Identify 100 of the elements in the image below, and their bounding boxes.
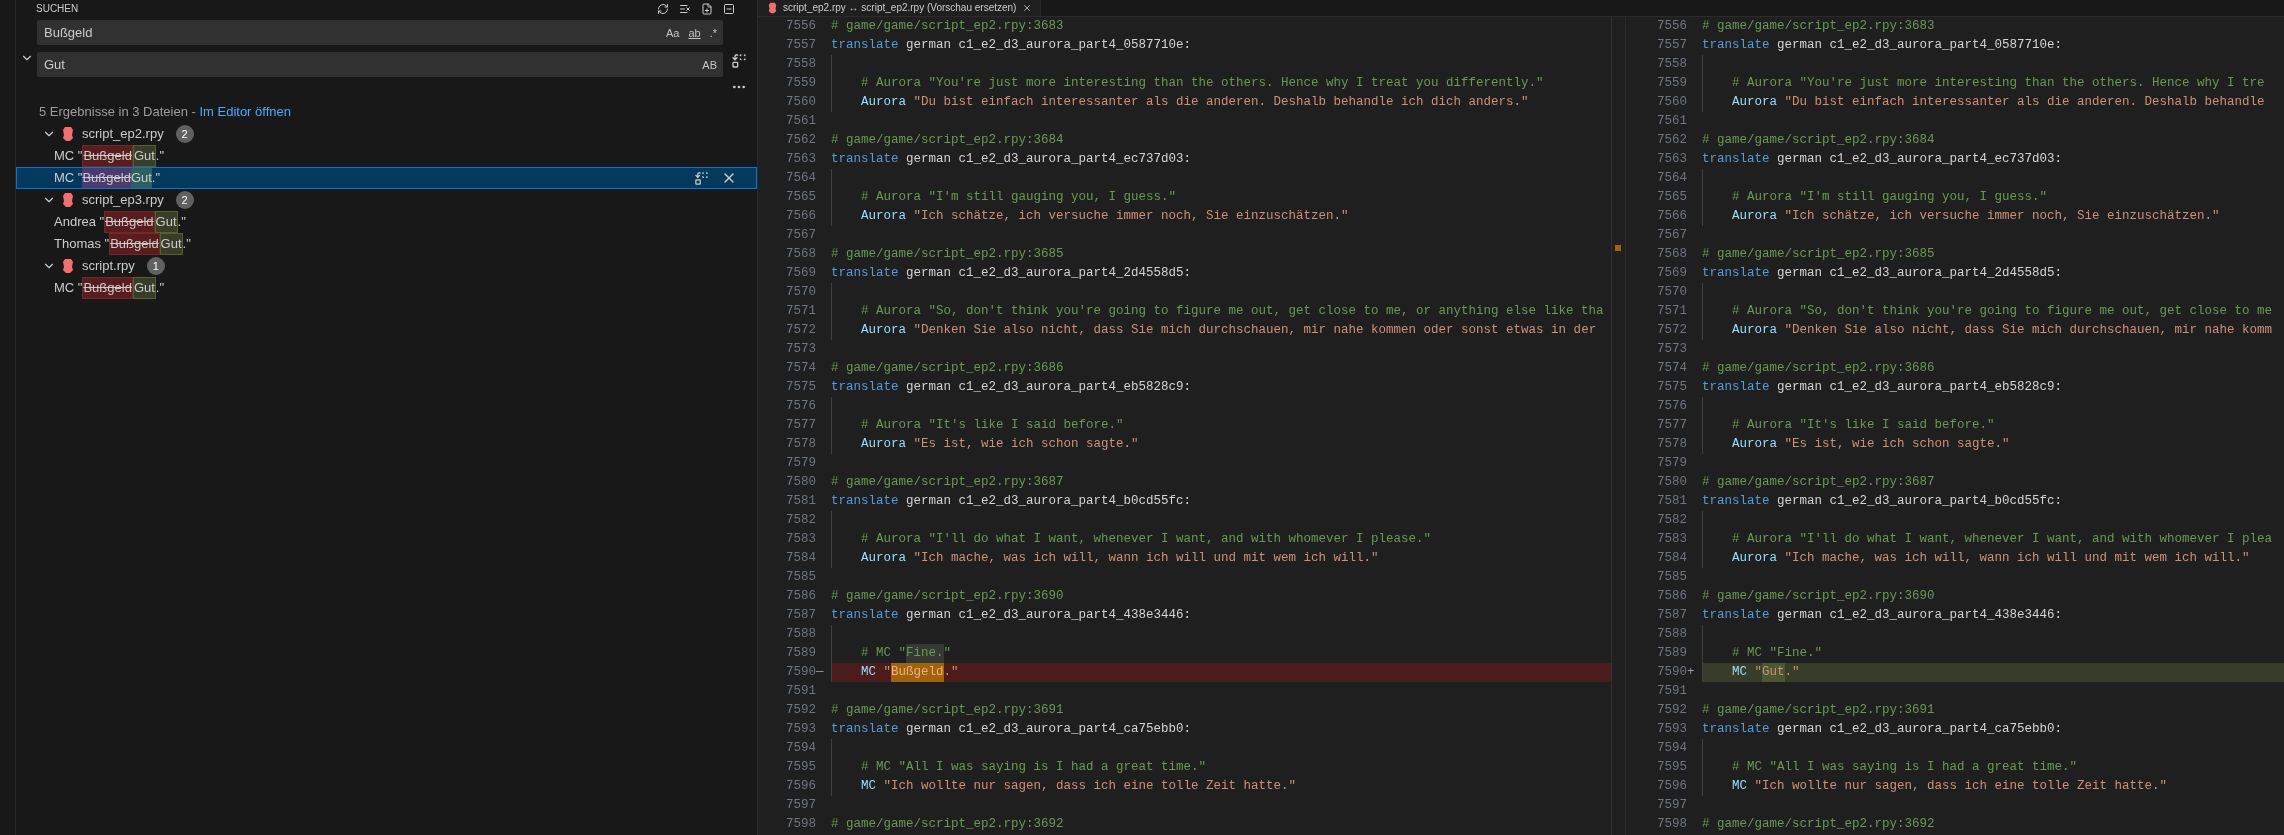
line-number: 7563 bbox=[785, 151, 816, 168]
code-keyword: translate bbox=[831, 379, 899, 396]
line-number: 7568 bbox=[1656, 246, 1687, 263]
diff-marker: — bbox=[816, 665, 824, 679]
line-number: 7571 bbox=[1656, 303, 1687, 320]
line-number: 7573 bbox=[1656, 341, 1687, 358]
code-comment: # Aurora "I'm still gauging you, I guess." bbox=[1732, 189, 2048, 206]
line-number: 7592 bbox=[785, 702, 816, 719]
selected-result-row[interactable]: MC "BußgeldGut." bbox=[16, 167, 757, 189]
file-name[interactable]: script_ep3.rpy bbox=[82, 190, 164, 210]
line-number: 7558 bbox=[785, 56, 816, 73]
search-field[interactable]: Bußgeld Aa ab .* bbox=[37, 20, 723, 45]
code-text: german c1_e2_d3_aurora_part4_ca75ebb0: bbox=[1776, 721, 2063, 738]
replace-all-icon[interactable] bbox=[731, 53, 747, 69]
line-number: 7596 bbox=[785, 778, 816, 795]
string-literal: "Du bist einfach interessanter als die anderen. Deshalb behandle ich dich anders." bbox=[912, 94, 1529, 111]
code-identifier: MC bbox=[861, 664, 876, 681]
code-text: german c1_e2_d3_aurora_part4_438e3446: bbox=[905, 607, 1192, 624]
clear-icon[interactable] bbox=[679, 2, 691, 15]
removed-text: Bußgeld bbox=[82, 145, 133, 167]
file-name[interactable]: script.rpy bbox=[82, 256, 135, 276]
line-number: 7585 bbox=[785, 569, 816, 586]
code-identifier: Aurora bbox=[861, 208, 906, 225]
line-number: 7574 bbox=[785, 360, 816, 377]
line-number: 7581 bbox=[785, 493, 816, 510]
line-number: 7588 bbox=[785, 626, 816, 643]
code-keyword: translate bbox=[1702, 265, 1770, 282]
code-text: german c1_e2_d3_aurora_part4_2d4558d5: bbox=[905, 265, 1192, 282]
replace-value: Gut bbox=[44, 55, 66, 74]
line-number: 7587 bbox=[1656, 607, 1687, 624]
new-file-icon[interactable] bbox=[701, 2, 713, 15]
code-comment: # Aurora "I'll do what I want, whenever I want, and with whomever I please." bbox=[861, 531, 1432, 548]
line-number: 7595 bbox=[785, 759, 816, 776]
line-number: 7594 bbox=[785, 740, 816, 757]
search-option-toggle[interactable]: AB bbox=[699, 55, 720, 74]
code-identifier: Aurora bbox=[861, 94, 906, 111]
refresh-icon[interactable] bbox=[657, 2, 669, 15]
search-option-toggle[interactable]: .* bbox=[706, 23, 720, 42]
search-option-toggle[interactable]: Aa bbox=[662, 23, 683, 42]
line-number: 7566 bbox=[1656, 208, 1687, 225]
code-comment: # Aurora "I'll do what I want, whenever I want, and with whomever I plea bbox=[1732, 531, 2273, 548]
replace-field[interactable]: Gut AB bbox=[37, 52, 723, 77]
code-identifier: MC bbox=[1732, 778, 1747, 795]
code-keyword: translate bbox=[1702, 379, 1770, 396]
added-text: Gut bbox=[159, 233, 183, 255]
code-keyword: translate bbox=[1702, 493, 1770, 510]
line-number: 7586 bbox=[785, 588, 816, 605]
line-number: 7590 bbox=[785, 664, 816, 681]
gem-icon bbox=[62, 192, 74, 208]
code-keyword: translate bbox=[1702, 151, 1770, 168]
string-literal: " bbox=[882, 664, 892, 681]
result-text: MC " bbox=[54, 169, 83, 188]
line-number: 7569 bbox=[1656, 265, 1687, 282]
line-number: 7556 bbox=[1656, 18, 1687, 35]
diff-marker: + bbox=[1687, 665, 1695, 679]
code-identifier: Aurora bbox=[1732, 94, 1777, 111]
editor-tab[interactable]: script_ep2.rpy ↔ script_ep2.rpy (Vorschau ersetzen) bbox=[758, 0, 1042, 16]
code-keyword: translate bbox=[831, 151, 899, 168]
code-comment: # MC "All I was saying is I had a great time." bbox=[1732, 759, 2078, 776]
search-option-toggle[interactable]: ab bbox=[685, 23, 704, 42]
line-number: 7588 bbox=[1656, 626, 1687, 643]
code-keyword: translate bbox=[831, 607, 899, 624]
line-number: 7572 bbox=[785, 322, 816, 339]
line-number: 7562 bbox=[1656, 132, 1687, 149]
code-keyword: translate bbox=[831, 721, 899, 738]
line-number: 7569 bbox=[785, 265, 816, 282]
gem-icon bbox=[768, 2, 777, 14]
line-number: 7580 bbox=[1656, 474, 1687, 491]
added-text: Gut bbox=[132, 277, 156, 299]
code-comment: # Aurora "You're just more interesting than the others. Hence why I tre bbox=[1732, 75, 2265, 92]
result-text: ." bbox=[155, 147, 165, 166]
line-number: 7580 bbox=[785, 474, 816, 491]
line-number: 7584 bbox=[785, 550, 816, 567]
gem-icon bbox=[62, 126, 74, 142]
removed-text: Bußgeld bbox=[82, 277, 133, 299]
code-comment: # game/game/script_ep2.rpy:3690 bbox=[1702, 588, 1935, 605]
code-keyword: translate bbox=[1702, 607, 1770, 624]
replace-icon[interactable] bbox=[694, 170, 709, 186]
code-comment: # game/game/script_ep2.rpy:3685 bbox=[1702, 246, 1935, 263]
file-name[interactable]: script_ep2.rpy bbox=[82, 124, 164, 144]
close-icon[interactable] bbox=[1022, 3, 1033, 13]
code-text: german c1_e2_d3_aurora_part4_eb5828c9: bbox=[1776, 379, 2063, 396]
line-number: 7595 bbox=[1656, 759, 1687, 776]
code-comment: # game/game/script_ep2.rpy:3686 bbox=[831, 360, 1064, 377]
string-literal: " bbox=[1753, 664, 1763, 681]
code-identifier: Aurora bbox=[861, 550, 906, 567]
line-number: 7576 bbox=[785, 398, 816, 415]
collapse-icon[interactable] bbox=[723, 2, 735, 15]
line-number: 7570 bbox=[785, 284, 816, 301]
open-in-editor-link[interactable]: Im Editor öffnen bbox=[199, 103, 291, 123]
code-comment: # MC "Fine." bbox=[1732, 645, 1822, 662]
tab-label: script_ep2.rpy ↔ script_ep2.rpy (Vorschau ersetzen) bbox=[783, 2, 1017, 14]
code-comment: # game/game/script_ep2.rpy:3692 bbox=[831, 816, 1064, 833]
code-comment: # game/game/script_ep2.rpy:3687 bbox=[831, 474, 1064, 491]
removed-text: Bußgeld bbox=[104, 211, 155, 233]
line-number: 7591 bbox=[785, 683, 816, 700]
match-marker bbox=[1615, 245, 1621, 251]
line-number: 7559 bbox=[1656, 75, 1687, 92]
removed-match: Bußgeld bbox=[891, 663, 944, 682]
code-comment: # game/game/script_ep2.rpy:3684 bbox=[831, 132, 1064, 149]
